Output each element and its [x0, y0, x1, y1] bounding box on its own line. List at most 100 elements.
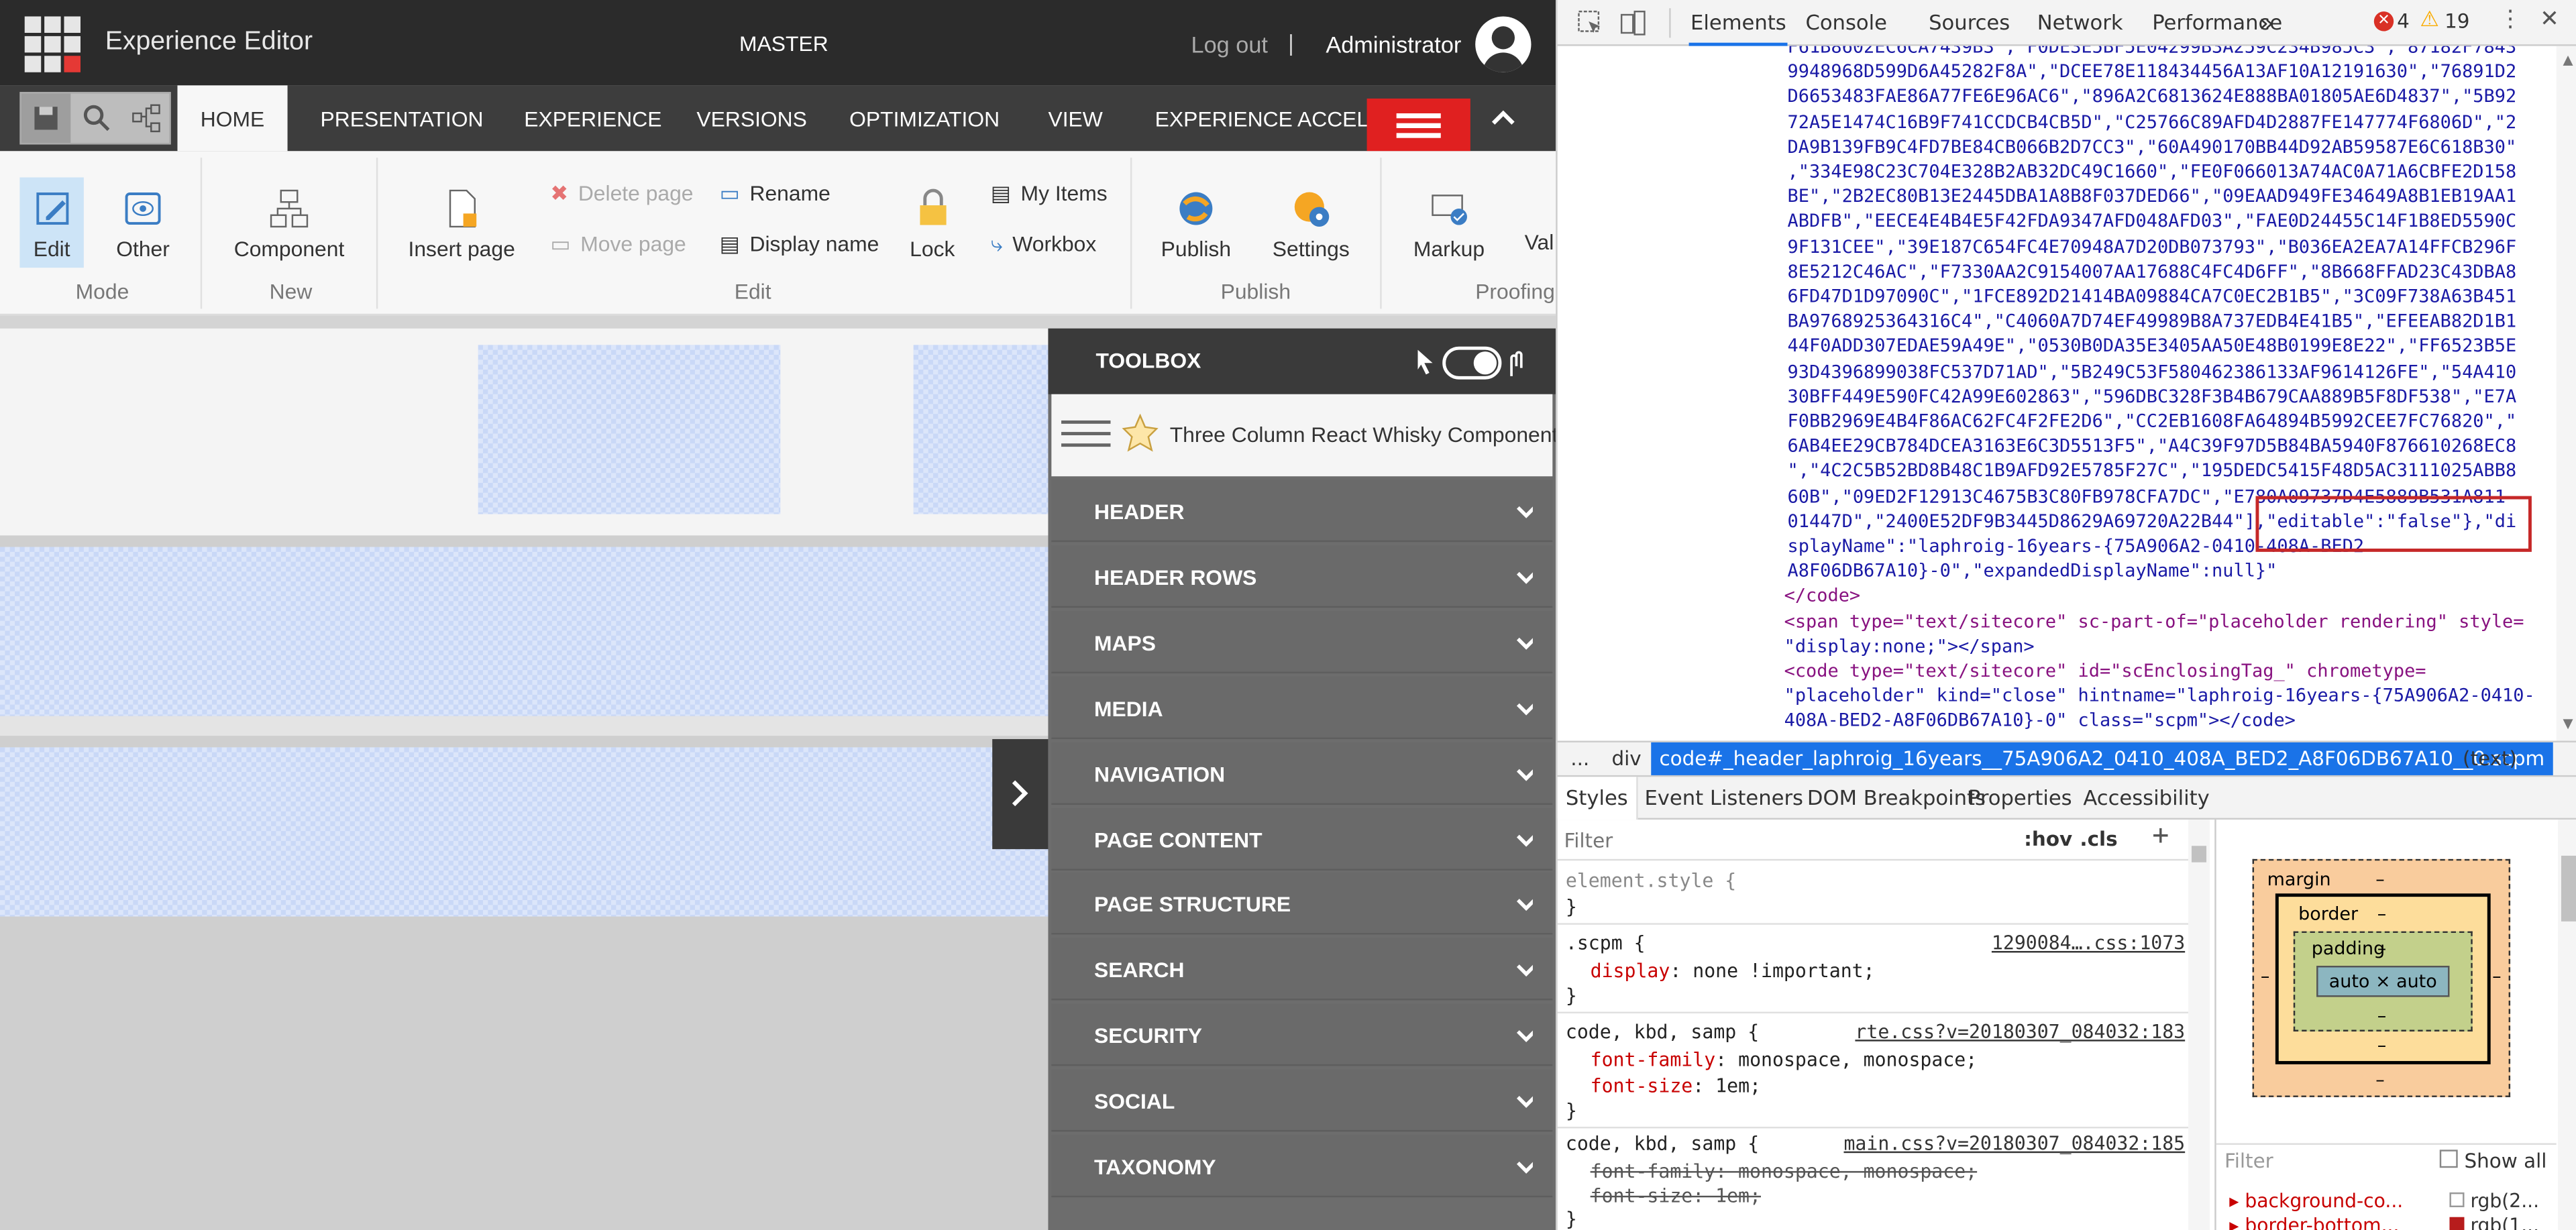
computed-value[interactable]: rgb(1...	[2449, 1214, 2539, 1230]
lock-button[interactable]: Lock	[904, 187, 961, 261]
menu-button[interactable]	[1366, 98, 1470, 152]
edit-toggle[interactable]	[1442, 346, 1502, 380]
pointer-icon[interactable]	[1416, 348, 1436, 382]
scroll-down-icon[interactable]: ▼	[2563, 716, 2573, 731]
main-source-link[interactable]: main.css?v=20180307_084032:185	[1843, 1131, 2185, 1154]
styles-scrollbar[interactable]	[2188, 820, 2210, 1230]
tab-properties[interactable]: Properties	[1968, 777, 2072, 820]
computed-value[interactable]: rgb(2...	[2449, 1189, 2539, 1212]
computed-property[interactable]: ▸ background-co...	[2229, 1189, 2403, 1212]
inspect-icon[interactable]	[1577, 10, 1603, 43]
margin-right-value[interactable]: –	[2492, 966, 2501, 987]
tab-network[interactable]: Network	[2037, 0, 2123, 46]
workbox-button[interactable]: ⤷ Workbox	[991, 231, 1097, 258]
logout-link[interactable]: Log out	[1191, 32, 1268, 58]
more-options-icon[interactable]: ⋮	[2499, 7, 2522, 33]
tab-optimization[interactable]: OPTIMIZATION	[849, 85, 1000, 151]
css-property[interactable]: font-size	[1591, 1074, 1693, 1097]
tab-accessibility[interactable]: Accessibility	[2083, 777, 2209, 820]
edit-button[interactable]: Edit	[19, 187, 84, 261]
breadcrumb-ellipsis[interactable]: ...	[1570, 742, 1589, 775]
boxmodel-scrollbar[interactable]	[2558, 820, 2576, 1230]
margin-bottom-value[interactable]: –	[2375, 1069, 2384, 1091]
elements-scrollbar[interactable]: ▲ ▼	[2556, 46, 2576, 741]
tab-console[interactable]: Console	[1805, 0, 1887, 46]
display-name-button[interactable]: ▤ Display name	[720, 231, 879, 258]
toolbox-category[interactable]: MAPS	[1051, 610, 1553, 673]
tab-home[interactable]: HOME	[177, 85, 288, 152]
code-line[interactable]: 9948968D599D6A45282F8A","DCEE78E11843445…	[1788, 60, 2517, 85]
breadcrumb-div[interactable]: div	[1611, 742, 1641, 775]
code-line[interactable]: BA9768925364316C4","C4060A7D74EF49989B8A…	[1788, 309, 2517, 334]
code-line[interactable]: </code>	[1784, 583, 1861, 608]
tab-experience[interactable]: EXPERIENCE	[524, 85, 661, 151]
computed-property[interactable]: ▸ border-bottom...	[2229, 1214, 2399, 1230]
toolbox-category[interactable]: HEADER ROWS	[1051, 545, 1553, 608]
code-line[interactable]: 72A5E1474C16B9F741CCDCB4CB5D","C25766C89…	[1788, 109, 2517, 134]
code-line[interactable]: F61B8602EC6CA7439B3","F0DE3E5BF5E04299B3…	[1788, 46, 2517, 60]
css-value[interactable]: monospace, monospace;	[1738, 1048, 1977, 1070]
code-line[interactable]: 9F131CEE","39E187C654FC4E70948A7D20DB073…	[1788, 234, 2517, 259]
toolbox-category[interactable]: SEARCH	[1051, 938, 1553, 1001]
element-style-selector[interactable]: element.style {	[1566, 869, 1736, 892]
tab-presentation[interactable]: PRESENTATION	[321, 85, 484, 151]
code-line[interactable]: 6AB4EE29CB784DCEA3163E6C3D5513F5","A4C39…	[1788, 434, 2517, 459]
margin-left-value[interactable]: –	[2261, 966, 2269, 987]
border-box[interactable]: border – – padding – – auto × auto	[2275, 893, 2491, 1064]
code-line[interactable]: DA9B139FB9C4FD7BE84CB066B2D7CC3","60A490…	[1788, 134, 2517, 159]
toolbox-collapse-button[interactable]	[992, 739, 1049, 850]
delete-page-button[interactable]: ✖ Delete page	[550, 180, 693, 207]
code-selector[interactable]: code, kbd, samp {	[1566, 1020, 1759, 1043]
code-line[interactable]: F0BB2969E4B4F86AC62FC4F2FE2D6","CC2EB160…	[1788, 409, 2517, 434]
styles-filter-input[interactable]	[1564, 826, 1959, 854]
show-all-checkbox[interactable]	[2439, 1150, 2458, 1168]
border-top-value[interactable]: –	[2377, 903, 2386, 925]
code-line[interactable]: <span type="text/sitecore" sc-part-of="p…	[1784, 609, 2524, 634]
toolbox-category[interactable]: HEADER	[1051, 480, 1553, 543]
my-items-button[interactable]: ▤ My Items	[991, 180, 1108, 207]
cls-toggle[interactable]: .cls	[2080, 828, 2117, 850]
device-toolbar-icon[interactable]	[1620, 10, 1646, 43]
app-launcher-icon[interactable]	[24, 16, 81, 72]
code-line[interactable]: 44F0ADD307EDAE59A49E","0530B0DA35E3405AA…	[1788, 334, 2517, 359]
code-line[interactable]: D6653483FAE86A77FE6E96AC6","896A2C681362…	[1788, 85, 2517, 109]
padding-bottom-value[interactable]: –	[2377, 1005, 2386, 1027]
tab-styles[interactable]: Styles	[1557, 777, 1638, 820]
code-line[interactable]: <code type="text/sitecore" id="scEnclosi…	[1784, 659, 2426, 683]
more-tabs-button[interactable]: »	[2259, 0, 2274, 46]
tab-view[interactable]: VIEW	[1048, 85, 1102, 151]
publish-button[interactable]: Publish	[1153, 187, 1238, 261]
warning-count[interactable]: 19	[2445, 10, 2469, 33]
tab-elements[interactable]: Elements	[1688, 0, 1788, 46]
code-line[interactable]: 93D4396899038FC537D71AD","5B249C53F58046…	[1788, 359, 2517, 384]
tab-sources[interactable]: Sources	[1929, 0, 2010, 46]
scpm-source-link[interactable]: 1290084….css:1073	[1992, 932, 2185, 954]
code-line[interactable]: "placeholder" kind="close" hintname="lap…	[1784, 683, 2535, 708]
error-count[interactable]: 4	[2397, 10, 2410, 33]
breadcrumb-selected[interactable]: code#_header_laphroig_16years__75A906A2_…	[1651, 742, 2553, 775]
padding-box[interactable]: padding – – auto × auto	[2293, 931, 2473, 1031]
component-button[interactable]: Component	[233, 187, 345, 261]
close-icon[interactable]: ✕	[2540, 7, 2559, 33]
border-bottom-value[interactable]: –	[2377, 1035, 2386, 1056]
add-rule-button[interactable]: +	[2152, 820, 2169, 852]
toolbox-category[interactable]: SECURITY	[1051, 1003, 1553, 1066]
css-property[interactable]: font-family	[1591, 1048, 1716, 1070]
code-line[interactable]: ABDFB","EECE4E4B4E5F42FDA9347AFD048AFD03…	[1788, 209, 2517, 234]
margin-box[interactable]: margin – – – – border – – padding – – au…	[2252, 858, 2511, 1097]
search-icon[interactable]	[74, 94, 120, 143]
scroll-up-icon[interactable]: ▲	[2563, 52, 2573, 67]
collapse-ribbon-icon[interactable]	[1487, 102, 1519, 135]
tree-icon[interactable]	[123, 94, 170, 143]
code-line[interactable]: 8E5212C46AC","F7330AA2C9154007AA17688C4F…	[1788, 259, 2517, 284]
tab-event-listeners[interactable]: Event Listeners	[1644, 777, 1803, 820]
settings-button[interactable]: Settings	[1269, 187, 1354, 261]
computed-filter-input[interactable]: Filter	[2224, 1150, 2273, 1172]
code-line[interactable]: "display:none;"></span>	[1784, 634, 2035, 659]
content-box[interactable]: auto × auto	[2316, 966, 2450, 997]
toolbox-category[interactable]: NAVIGATION	[1051, 741, 1553, 805]
save-icon[interactable]	[21, 93, 71, 144]
insert-page-button[interactable]: Insert page	[407, 187, 516, 261]
css-property[interactable]: display	[1591, 959, 1670, 982]
code-selector[interactable]: code, kbd, samp {	[1566, 1131, 1759, 1154]
